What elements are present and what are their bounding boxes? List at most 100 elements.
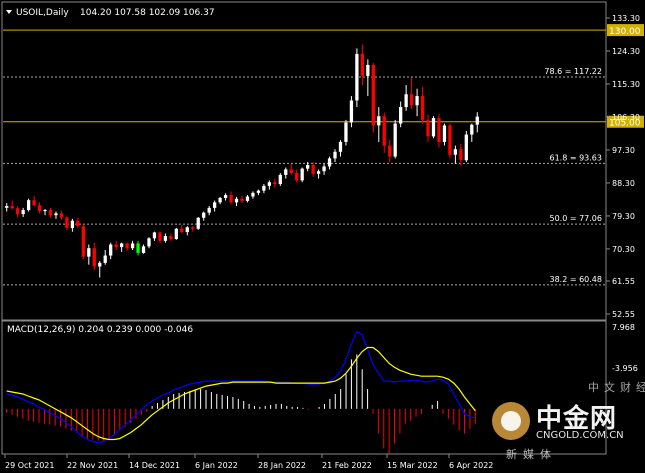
macd-tick-high: 7.968 — [612, 323, 635, 332]
candle-body — [10, 206, 14, 209]
candle-body — [76, 220, 80, 227]
candle-body — [262, 185, 266, 191]
candle-body — [5, 206, 9, 208]
cngold-logo-inner-icon — [501, 411, 521, 431]
candle-body — [344, 122, 348, 142]
time-tick-label: 28 Jan 2022 — [258, 461, 306, 470]
candle-body — [420, 96, 425, 120]
candle-body — [196, 217, 200, 229]
price-tick-label: 70.30 — [612, 245, 635, 254]
candle-body — [448, 125, 452, 155]
watermark-tagline-top: 中文财经 — [588, 381, 645, 394]
hline-price-label-0: 130.00 — [609, 27, 641, 37]
candle-body — [43, 210, 47, 212]
candle-body — [174, 228, 178, 240]
candle-body — [399, 107, 403, 124]
candle-body — [295, 173, 299, 181]
candle-body — [316, 171, 321, 174]
time-axis: 29 Oct 2021 22 Nov 2021 14 Dec 2021 6 Jan 2… — [4, 454, 493, 470]
candle-body — [459, 149, 463, 161]
time-tick-label: 15 Mar 2022 — [387, 461, 438, 470]
price-tick-label: 88.30 — [612, 179, 635, 188]
candle-body — [311, 164, 315, 174]
candle-body — [202, 212, 206, 218]
candle-body — [48, 210, 53, 216]
candle-body — [431, 118, 436, 137]
candle-body — [284, 169, 288, 175]
price-axis: 133.30 124.30 115.30 106.30 97.30 88.30 79.30 7… — [606, 14, 640, 319]
candle-body — [130, 243, 135, 249]
candle-body — [125, 243, 129, 249]
candle-body — [152, 232, 157, 239]
candle-body — [169, 236, 173, 240]
candle-body — [360, 53, 365, 76]
hline-label-5: 38.2 = 60.48 — [549, 275, 602, 284]
watermark-site: CNGOLD.COM.CN — [536, 430, 624, 441]
candle-body — [109, 244, 113, 256]
candle-body — [207, 207, 211, 213]
candle-body — [180, 228, 184, 233]
candle-body — [114, 244, 118, 248]
price-tick-label: 52.55 — [612, 310, 635, 319]
candle-body — [470, 124, 474, 135]
price-panel-frame — [1, 1, 607, 321]
candle-body — [322, 166, 326, 172]
candle-body — [240, 198, 244, 201]
watermark-tagline-bottom: 新媒体 — [506, 448, 557, 461]
candle-body — [333, 151, 337, 159]
price-tick-label: 124.30 — [612, 47, 640, 56]
candle-body — [37, 205, 42, 212]
candle-body — [409, 94, 414, 106]
candle-body — [81, 226, 85, 257]
candle-body — [59, 213, 64, 218]
candle-body — [453, 149, 458, 155]
candle-body — [103, 255, 107, 263]
price-tick-label: 97.30 — [612, 146, 635, 155]
candle-body — [229, 195, 233, 203]
candle-body — [464, 134, 468, 161]
candle-body — [26, 200, 31, 211]
candle-body — [16, 208, 20, 215]
candle-body — [437, 118, 441, 142]
candle-body — [273, 182, 277, 185]
candle-body — [32, 200, 36, 206]
candle-body — [54, 213, 58, 216]
candle-body — [327, 158, 332, 167]
candle-body — [415, 96, 419, 106]
candle-body — [267, 182, 271, 186]
candle-body — [65, 217, 69, 229]
candle-body — [404, 94, 408, 108]
candle-body — [388, 145, 392, 157]
candle-body — [191, 227, 195, 229]
symbol-label: USOIL,Daily — [16, 8, 69, 18]
candle-body — [377, 116, 381, 126]
candle-body — [223, 195, 228, 198]
hline-label-3: 61.8 = 93.63 — [549, 153, 602, 162]
candle-body — [475, 116, 479, 125]
time-tick-label: 22 Nov 2021 — [67, 461, 118, 470]
candle-body — [393, 123, 397, 157]
price-tick-label: 79.30 — [612, 212, 635, 221]
candle-body — [300, 168, 304, 181]
candle-body — [92, 248, 96, 267]
candle-body — [289, 169, 293, 174]
candle-body — [163, 236, 168, 241]
price-tick-label: 115.30 — [612, 80, 640, 89]
price-tick-label: 61.55 — [612, 277, 635, 286]
candle-body — [87, 248, 91, 257]
time-tick-label: 21 Feb 2022 — [322, 461, 372, 470]
candle-body — [382, 116, 386, 146]
candle-body — [21, 210, 25, 215]
candle-body — [218, 197, 222, 203]
candle-body — [442, 125, 447, 142]
candle-body — [234, 198, 239, 203]
candle-body — [338, 141, 343, 152]
time-tick-label: 29 Oct 2021 — [5, 461, 54, 470]
candle-body — [245, 196, 250, 201]
price-tick-label: 106.30 — [612, 113, 640, 122]
candle-body — [256, 190, 261, 193]
candle-body — [70, 220, 75, 229]
candle-body — [251, 192, 255, 197]
cngold-watermark: 中文财经 中金网 CNGOLD.COM.CN 新媒体 — [488, 381, 645, 462]
time-tick-label: 14 Dec 2021 — [129, 461, 180, 470]
